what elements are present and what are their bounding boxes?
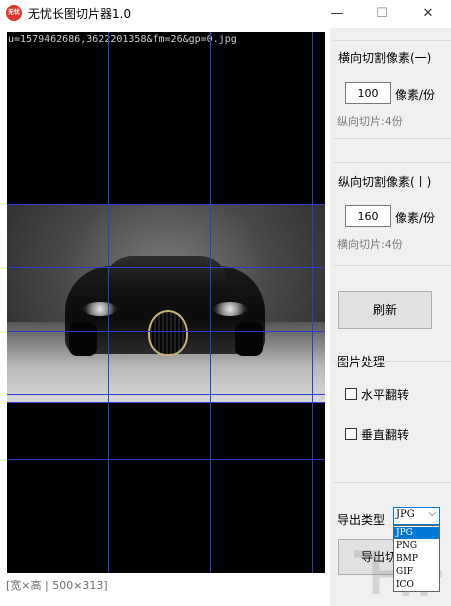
- car-photo: [7, 204, 325, 402]
- car-wheel-left: [69, 322, 97, 356]
- grid-line-horizontal: [7, 402, 325, 403]
- car-grille: [148, 310, 188, 356]
- grid-line-vertical: [108, 32, 109, 573]
- grid-line-horizontal: [7, 459, 325, 460]
- export-type-label: 导出类型: [337, 513, 386, 527]
- preview-canvas[interactable]: u=1579462686,3622201358&fm=26&gp=0.jpg: [7, 32, 325, 573]
- export-option-ico[interactable]: ICO: [394, 579, 439, 591]
- horizontal-slice-count: 横向切片:4份: [337, 238, 403, 251]
- flip-horizontal-checkbox[interactable]: [345, 388, 357, 400]
- maximize-button[interactable]: ☐: [359, 0, 405, 27]
- car-headlight-right: [213, 302, 247, 316]
- title-bar: 无忧 无忧长图切片器1.0 — ☐ ✕: [0, 0, 451, 27]
- minimize-button[interactable]: —: [314, 0, 360, 27]
- image-filename: u=1579462686,3622201358&fm=26&gp=0.jpg: [8, 34, 237, 45]
- export-type-selected: JPG: [396, 509, 415, 520]
- car-wheel-right: [235, 322, 263, 356]
- image-size-status: [宽×高 | 500×313]: [6, 579, 108, 592]
- horizontal-pixels-input[interactable]: [345, 82, 391, 104]
- export-type-select[interactable]: JPG ⌵: [393, 507, 440, 525]
- flip-vertical-checkbox[interactable]: [345, 428, 357, 440]
- car-headlight-left: [83, 302, 117, 316]
- vertical-pixels-input[interactable]: [345, 205, 391, 227]
- export-type-dropdown: JPG PNG BMP GIF ICO: [393, 525, 440, 592]
- export-option-bmp[interactable]: BMP: [394, 553, 439, 565]
- flip-vertical-label: 垂直翻转: [361, 428, 410, 442]
- vertical-slice-count: 纵向切片:4份: [337, 115, 403, 128]
- export-option-gif[interactable]: GIF: [394, 566, 439, 578]
- window-title: 无忧长图切片器1.0: [28, 7, 132, 21]
- image-processing-group: [333, 361, 451, 483]
- horizontal-slice-title: 横向切割像素(一): [338, 51, 432, 65]
- grid-line-vertical: [312, 32, 313, 573]
- grid-line-horizontal: [7, 267, 325, 268]
- vertical-unit-label: 像素/份: [395, 211, 436, 225]
- refresh-button[interactable]: 刷新: [338, 291, 432, 329]
- grid-line-horizontal: [7, 394, 325, 395]
- vertical-slice-title: 纵向切割像素(丨): [338, 175, 432, 189]
- grid-line-horizontal: [7, 331, 325, 332]
- grid-line-vertical: [210, 32, 211, 573]
- grid-line-horizontal: [7, 204, 325, 205]
- app-logo-icon: 无忧: [6, 5, 22, 21]
- horizontal-unit-label: 像素/份: [395, 88, 436, 102]
- flip-horizontal-label: 水平翻转: [361, 388, 410, 402]
- close-button[interactable]: ✕: [405, 0, 451, 27]
- export-option-png[interactable]: PNG: [394, 540, 439, 552]
- chevron-down-icon: ⌵: [428, 508, 436, 519]
- export-option-jpg[interactable]: JPG: [394, 527, 439, 539]
